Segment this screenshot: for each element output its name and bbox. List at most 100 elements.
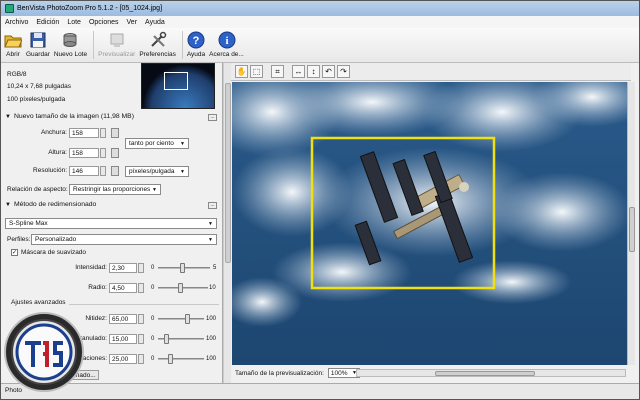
preview-vertical-scrollbar[interactable] [627,82,635,365]
grain-min: 0 [151,336,155,342]
unsharp-mask-checkbox[interactable]: ✓ Máscara de suavizado [11,249,86,256]
chevron-down-icon: ▼ [152,186,157,193]
size-inches: 10,24 x 7,68 pulgadas [7,83,71,90]
menu-archivo[interactable]: Archivo [5,19,28,26]
grain-field[interactable]: 15,00 [109,334,137,344]
status-bar: Photo [1,383,639,399]
svg-text:i: i [225,35,228,47]
toolbar-separator [93,31,95,59]
aspect-ratio-select[interactable]: Restringir las proporciones ▼ [69,184,161,195]
open-button[interactable]: Abrir [4,28,22,58]
toolbar-separator [181,31,183,59]
menu-opciones[interactable]: Opciones [89,19,119,26]
height-field[interactable]: 158 [69,148,99,158]
radius-min: 0 [151,285,155,291]
intensity-min: 0 [151,265,155,271]
slider-handle[interactable] [180,263,185,273]
artifacts-min: 0 [151,356,155,362]
method-section-header[interactable]: ▼ Método de redimensionado [5,201,96,208]
new-size-section-header[interactable]: ▼ Nuevo tamaño de la imagen (11,98 MB) [5,113,134,120]
crop-tool-icon[interactable]: ⌗ [271,65,284,78]
batch-stack-icon [63,33,77,47]
width-label: Anchura: [40,129,67,136]
scrollbar-thumb[interactable] [435,371,535,376]
sharpness-field[interactable]: 65,00 [109,314,137,324]
fit-width-icon[interactable]: ↔ [292,65,305,78]
resolution-label: Resolución: [33,167,67,174]
resolution-field[interactable]: 146 [69,166,99,176]
artifacts-field[interactable]: 25,00 [109,354,137,364]
preview-button[interactable]: Previsualizar [98,28,135,58]
marquee-tool-icon[interactable]: ⬚ [250,65,263,78]
intensity-field[interactable]: 2,30 [109,263,137,273]
help-button[interactable]: ? Ayuda [187,28,205,58]
sharpness-min: 0 [151,316,155,322]
navigator-selection[interactable] [164,72,188,90]
preview-toolbar: ✋ ⬚ ⌗ ↔ ↕ ↶ ↷ [231,63,631,81]
menu-ver[interactable]: Ver [127,19,138,26]
height-stepper[interactable] [100,148,106,158]
intensity-slider[interactable] [158,263,210,273]
menu-ayuda[interactable]: Ayuda [145,19,165,26]
rotate-right-icon[interactable]: ↷ [337,65,350,78]
menu-edicion[interactable]: Edición [36,19,59,26]
chevron-down-icon: ▼ [180,140,185,147]
preview-horizontal-scrollbar[interactable] [356,369,626,377]
intensity-max: 5 [213,265,217,271]
sharpness-max: 100 [206,316,217,322]
radius-stepper[interactable] [138,283,144,293]
grain-slider[interactable] [158,334,204,344]
slider-handle[interactable] [164,334,169,344]
rotate-left-icon[interactable]: ↶ [322,65,335,78]
slider-track [158,318,204,320]
scrollbar-thumb[interactable] [225,83,231,263]
algorithm-select[interactable]: S-Spline Max ▼ [5,218,217,229]
folder-open-icon [4,35,22,48]
sharpness-slider[interactable] [158,314,204,324]
slider-handle[interactable] [185,314,190,324]
new-size-options-button[interactable]: ... [208,114,217,121]
resolution-unit-select[interactable]: píxeles/pulgada ▼ [125,166,189,177]
slider-handle[interactable] [178,283,183,293]
hand-tool-icon[interactable]: ✋ [235,65,248,78]
preview-image[interactable] [232,82,627,365]
scrollbar-thumb[interactable] [629,207,635,252]
slider-track [158,358,204,360]
radius-slider[interactable] [158,283,208,293]
slider-handle[interactable] [168,354,173,364]
menu-lote[interactable]: Lote [67,19,81,26]
svg-text:?: ? [193,35,200,47]
artifacts-stepper[interactable] [138,354,144,364]
sharpness-stepper[interactable] [138,314,144,324]
settings-scrollbar[interactable] [223,63,231,383]
method-options-button[interactable]: ... [208,202,217,209]
resolution-stepper[interactable] [100,166,106,176]
profile-select[interactable]: Personalizado ▼ [31,234,217,245]
profile-label: Perfiles: [7,236,31,243]
navigator-thumbnail[interactable] [141,63,215,109]
chain-link-icon[interactable] [111,128,119,138]
size-unit-select[interactable]: tanto por ciento ▼ [125,138,189,149]
grain-stepper[interactable] [138,334,144,344]
radius-field[interactable]: 4,50 [109,283,137,293]
menu-bar: Archivo Edición Lote Opciones Ver Ayuda [1,16,639,28]
source-resolution: 100 píxeles/pulgada [7,96,66,103]
save-button[interactable]: Guardar [26,28,50,58]
intensity-stepper[interactable] [138,263,144,273]
preferences-button[interactable]: Preferencias [139,28,176,58]
new-batch-button[interactable]: Nuevo Lote [54,28,87,58]
chain-link-icon[interactable] [111,166,119,176]
chain-link-icon[interactable] [111,148,119,158]
tfs-logo-watermark [4,312,84,392]
radius-label: Radio: [88,284,107,291]
preview-size-label: Tamaño de la previsualización: [235,369,324,377]
about-button[interactable]: i Acerca de... [209,28,244,58]
title-bar: BenVista PhotoZoom Pro 5.1.2 - [05_1024.… [1,1,639,16]
width-field[interactable]: 158 [69,128,99,138]
width-stepper[interactable] [100,128,106,138]
collapse-triangle-icon: ▼ [5,201,11,208]
height-label: Altura: [48,149,67,156]
fit-height-icon[interactable]: ↕ [307,65,320,78]
checkmark-icon: ✓ [11,249,18,256]
artifacts-slider[interactable] [158,354,204,364]
